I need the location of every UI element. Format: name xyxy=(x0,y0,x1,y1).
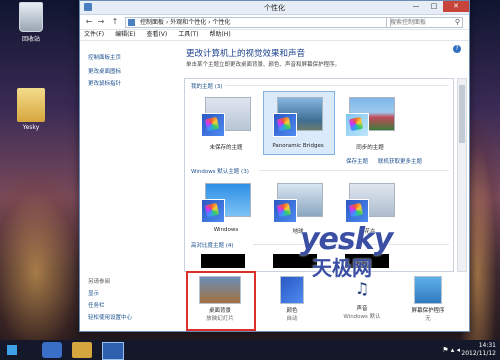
desktop-icon-yesky-folder[interactable]: Yesky xyxy=(8,88,54,131)
theme-thumb-panoramic[interactable] xyxy=(273,97,323,137)
color-swatch-icon xyxy=(273,113,297,137)
minimize-button[interactable]: — xyxy=(407,1,425,12)
color-swatch-icon xyxy=(201,113,225,137)
file-explorer-icon[interactable] xyxy=(72,342,92,358)
group-divider xyxy=(225,85,449,86)
close-button[interactable]: ✕ xyxy=(443,1,469,12)
theme-thumb-synced[interactable] xyxy=(345,97,395,137)
screensaver-button[interactable]: 屏幕保护程序 无 xyxy=(396,272,460,328)
desktop-icon-label: 回收站 xyxy=(21,36,40,43)
highlight-box xyxy=(186,271,256,331)
bottom-item-sub: 自动 xyxy=(286,316,298,322)
color-swatch-icon xyxy=(345,113,369,137)
menu-tools[interactable]: 工具(T) xyxy=(178,31,198,38)
group-high-contrast[interactable]: 高对比度主题 (4) xyxy=(191,241,234,249)
search-input[interactable]: 搜索控制面板 ⚲ xyxy=(386,17,463,28)
desktop-background-button[interactable]: 桌面背景 放映幻灯片 xyxy=(186,271,256,331)
clock[interactable]: 14:31 2012/11/12 xyxy=(461,342,496,358)
group-windows-default[interactable]: Windows 默认主题 (3) xyxy=(191,167,249,175)
high-contrast-thumb[interactable] xyxy=(201,254,245,268)
screensaver-icon xyxy=(414,276,442,304)
address-field[interactable]: 控制面板 › 外观和个性化 › 个性化 xyxy=(125,17,391,28)
theme-label: 未保存的主题 xyxy=(209,145,243,151)
menu-edit[interactable]: 编辑(E) xyxy=(115,31,135,38)
theme-label: Windows xyxy=(213,227,239,233)
group-my-themes[interactable]: 我的主题 (3) xyxy=(191,82,223,90)
search-placeholder: 搜索控制面板 xyxy=(390,19,427,26)
clock-time: 14:31 xyxy=(478,342,496,349)
see-also-title: 另请参阅 xyxy=(88,279,111,285)
get-more-themes-link[interactable]: 联机获取更多主题 xyxy=(378,157,422,165)
clock-date: 2012/11/12 xyxy=(461,350,496,357)
internet-explorer-icon[interactable] xyxy=(42,342,62,358)
taskbar: ⚑ ▴ ◂ 14:31 2012/11/12 xyxy=(0,340,500,360)
address-bar-row: ← → ↑ 控制面板 › 外观和个性化 › 个性化 搜索控制面板 ⚲ xyxy=(80,15,469,30)
bottom-item-label: 颜色 xyxy=(286,308,298,314)
color-swatch-icon xyxy=(273,199,297,223)
menu-help[interactable]: 帮助(H) xyxy=(209,31,230,38)
search-icon[interactable]: ⚲ xyxy=(455,18,460,27)
color-icon xyxy=(280,276,304,304)
control-panel-taskbar-icon[interactable] xyxy=(102,342,124,360)
left-nav: 控制面板主页 更改桌面图标 更改鼠标指针 另请参阅 显示 任务栏 轻松使用设置中… xyxy=(80,41,172,329)
menu-bar: 文件(F) 编辑(E) 查看(V) 工具(T) 帮助(H) xyxy=(80,30,469,41)
menu-file[interactable]: 文件(F) xyxy=(84,31,104,38)
theme-list-scrollbar[interactable] xyxy=(457,78,467,272)
menu-view[interactable]: 查看(V) xyxy=(146,31,167,38)
group-divider xyxy=(259,170,449,171)
breadcrumb: 控制面板 › 外观和个性化 › 个性化 xyxy=(140,19,231,26)
watermark-logo-cn: 天极网 xyxy=(312,256,372,280)
back-arrow-icon[interactable]: ← xyxy=(84,17,94,27)
color-swatch-icon xyxy=(345,199,369,223)
folder-icon xyxy=(17,88,45,122)
control-panel-home-link[interactable]: 控制面板主页 xyxy=(88,53,121,61)
desktop-icon-recycle-bin[interactable]: 回收站 xyxy=(8,2,54,43)
theme-thumb-unsaved[interactable] xyxy=(201,97,251,137)
help-icon[interactable]: ? xyxy=(453,45,461,53)
theme-thumb-earth[interactable] xyxy=(273,183,323,223)
start-button[interactable] xyxy=(2,342,22,358)
title-bar[interactable]: 个性化 — □ ✕ xyxy=(80,1,469,15)
control-panel-icon xyxy=(128,19,135,26)
page-subtitle: 单击某个主题立即更改桌面背景、颜色、声音和屏幕保护程序。 xyxy=(186,62,341,68)
windows-logo-icon xyxy=(7,345,17,355)
page-title: 更改计算机上的视觉效果和声音 xyxy=(186,49,306,59)
ease-of-access-link[interactable]: 轻松使用设置中心 xyxy=(88,313,132,321)
bottom-item-sub: Windows 默认 xyxy=(343,314,381,320)
display-link[interactable]: 显示 xyxy=(88,289,132,297)
change-mouse-pointers-link[interactable]: 更改鼠标指针 xyxy=(88,79,121,87)
color-swatch-icon xyxy=(201,199,225,223)
bottom-item-sub: 无 xyxy=(425,316,431,322)
desktop-icon-label: Yesky xyxy=(22,124,40,131)
bottom-item-label: 声音 xyxy=(356,306,368,312)
save-theme-link[interactable]: 保存主题 xyxy=(346,157,368,165)
change-desktop-icons-link[interactable]: 更改桌面图标 xyxy=(88,67,121,75)
forward-arrow-icon[interactable]: → xyxy=(96,17,106,27)
desktop-wallpaper-glow xyxy=(0,170,90,340)
theme-label: 同步的主题 xyxy=(356,145,384,151)
recycle-bin-icon xyxy=(19,2,43,32)
taskbar-link[interactable]: 任务栏 xyxy=(88,301,132,309)
bottom-item-label: 屏幕保护程序 xyxy=(411,308,445,314)
theme-thumb-windows[interactable] xyxy=(201,183,251,223)
maximize-button[interactable]: □ xyxy=(425,1,443,12)
tray-icons[interactable]: ⚑ ▴ ◂ xyxy=(442,346,460,354)
up-arrow-icon[interactable]: ↑ xyxy=(110,17,120,27)
scrollbar-thumb[interactable] xyxy=(459,85,465,143)
theme-label: Panoramic Bridges xyxy=(272,143,324,149)
theme-thumb-flowers[interactable] xyxy=(345,183,395,223)
